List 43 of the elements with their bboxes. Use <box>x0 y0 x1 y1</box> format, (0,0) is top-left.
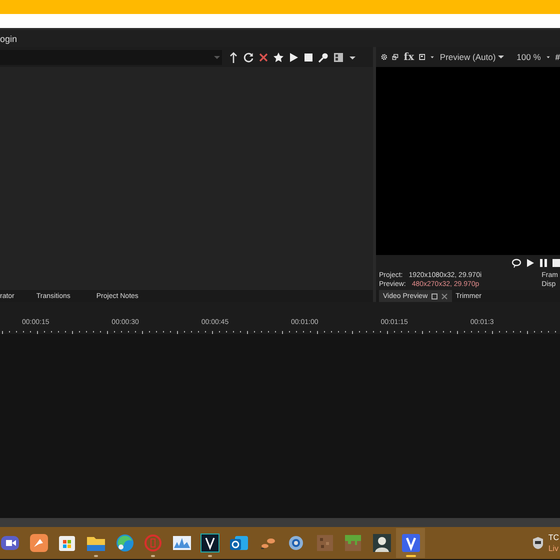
chart-icon <box>172 533 192 553</box>
up-arrow-icon[interactable] <box>228 52 239 62</box>
grass-block-icon <box>343 533 364 553</box>
browser-icon <box>114 533 135 553</box>
close-icon[interactable] <box>440 292 448 300</box>
running-indicator <box>94 555 98 557</box>
play-icon[interactable] <box>288 52 299 62</box>
letter-v-icon <box>400 533 421 553</box>
tray-text: Liv <box>548 543 559 554</box>
running-indicator <box>406 555 416 557</box>
preview-quality-dropdown[interactable]: Preview (Auto) <box>440 52 504 62</box>
fx-button[interactable]: fx <box>404 52 414 62</box>
caret-icon <box>498 54 504 60</box>
shield-icon[interactable] <box>531 536 546 550</box>
float-icon[interactable] <box>430 292 438 300</box>
dirt-block-icon <box>314 533 335 553</box>
refresh-icon[interactable] <box>243 52 254 62</box>
figure-icon <box>372 533 392 553</box>
mail-icon <box>229 533 250 553</box>
stop-icon[interactable] <box>303 52 314 62</box>
video-camera-icon <box>0 533 20 553</box>
zoom-dropdown[interactable]: 100 % <box>516 52 541 62</box>
grid-button[interactable]: # <box>555 52 560 62</box>
play-icon[interactable] <box>526 258 535 268</box>
stop-icon[interactable] <box>552 258 560 268</box>
search-options-icon[interactable] <box>318 52 329 62</box>
running-indicator <box>151 555 156 557</box>
star-icon[interactable] <box>273 52 284 62</box>
ring-icon <box>143 533 164 553</box>
horizontal-scrollbar[interactable] <box>0 518 560 527</box>
copy-icon[interactable] <box>392 52 399 62</box>
letter-v-icon <box>200 533 220 553</box>
running-indicator <box>208 555 212 557</box>
settings-icon[interactable] <box>381 52 388 62</box>
tray-text: TC <box>548 532 559 543</box>
loop-icon[interactable] <box>511 258 522 268</box>
store-icon <box>57 533 78 553</box>
overlay-icon[interactable] <box>419 52 426 62</box>
view-icon[interactable] <box>333 52 344 62</box>
app-icon <box>28 533 49 553</box>
menu-item[interactable]: ogin <box>0 34 24 44</box>
pause-icon[interactable] <box>539 258 548 268</box>
delete-icon[interactable] <box>258 52 269 62</box>
